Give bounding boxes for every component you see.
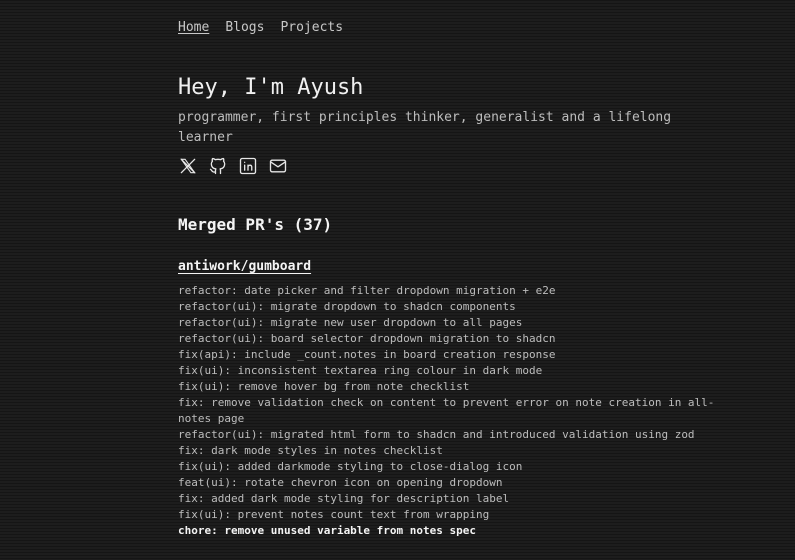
x-twitter-link[interactable] [178, 156, 198, 176]
nav-home-link[interactable]: Home [178, 20, 209, 36]
repo-link[interactable]: antiwork/gumboard [178, 258, 311, 276]
top-nav: Home Blogs Projects [178, 20, 343, 36]
pr-item[interactable]: fix(ui): inconsistent textarea ring colo… [178, 363, 718, 379]
x-twitter-icon [180, 158, 196, 174]
pr-list: refactor: date picker and filter dropdow… [178, 283, 718, 539]
nav-projects-link[interactable]: Projects [280, 20, 343, 36]
pr-item[interactable]: refactor(ui): migrate dropdown to shadcn… [178, 299, 718, 315]
pr-item[interactable]: refactor(ui): board selector dropdown mi… [178, 331, 718, 347]
pr-item[interactable]: fix(ui): remove hover bg from note check… [178, 379, 718, 395]
pr-item[interactable]: refactor(ui): migrated html form to shad… [178, 427, 718, 443]
hero-title: Hey, I'm Ayush [178, 75, 364, 100]
pr-item[interactable]: fix: remove validation check on content … [178, 395, 718, 427]
pr-item[interactable]: fix: dark mode styles in notes checklist [178, 443, 718, 459]
merged-prs-heading: Merged PR's (37) [178, 215, 333, 234]
pr-item[interactable]: feat(ui): rotate chevron icon on opening… [178, 475, 718, 491]
pr-item[interactable]: fix(api): include _count.notes in board … [178, 347, 718, 363]
linkedin-link[interactable] [238, 156, 258, 176]
social-links [178, 156, 288, 176]
github-link[interactable] [208, 156, 228, 176]
linkedin-icon [239, 157, 257, 175]
pr-item-highlighted[interactable]: chore: remove unused variable from notes… [178, 523, 718, 539]
hero-subtitle: programmer, first principles thinker, ge… [178, 110, 672, 145]
pr-item[interactable]: fix: added dark mode styling for descrip… [178, 491, 718, 507]
pr-item[interactable]: fix(ui): added darkmode styling to close… [178, 459, 718, 475]
pr-item[interactable]: fix(ui): prevent notes count text from w… [178, 507, 718, 523]
github-icon [209, 157, 226, 175]
nav-blogs-link[interactable]: Blogs [225, 20, 264, 36]
mail-link[interactable] [268, 156, 288, 176]
mail-icon [269, 159, 287, 173]
pr-item[interactable]: refactor: date picker and filter dropdow… [178, 283, 718, 299]
pr-item[interactable]: refactor(ui): migrate new user dropdown … [178, 315, 718, 331]
